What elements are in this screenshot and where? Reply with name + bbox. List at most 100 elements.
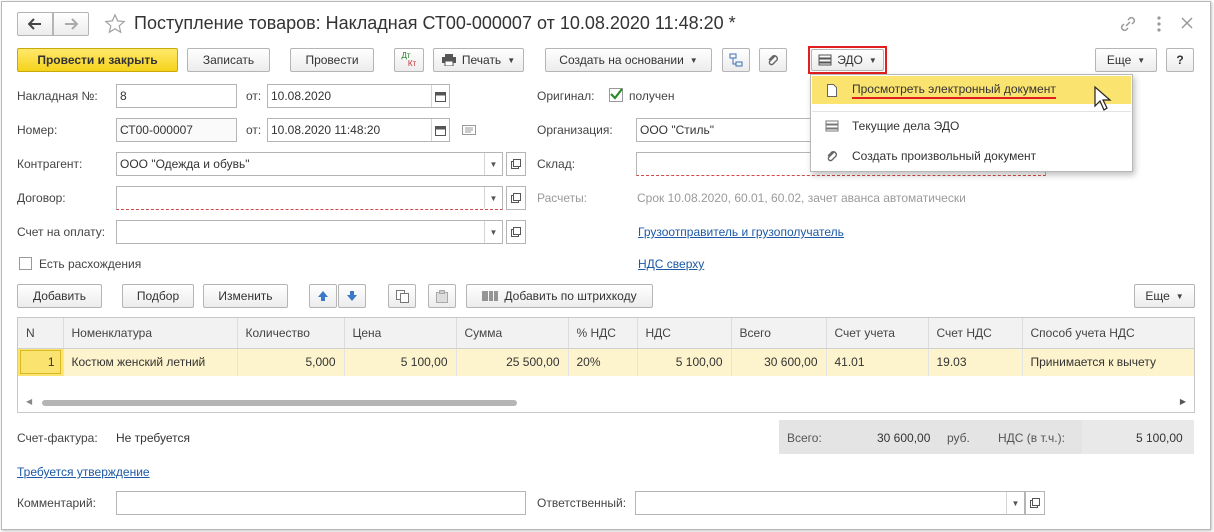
arrow-right-icon	[65, 18, 78, 30]
chevron-down-icon[interactable]: ▼	[484, 153, 502, 175]
invoice-date-field[interactable]: 10.08.2020	[267, 84, 450, 108]
selection-button[interactable]: Подбор	[122, 284, 194, 308]
cell-total[interactable]: 30 600,00	[731, 348, 827, 376]
open-pay-account-button[interactable]	[506, 220, 526, 244]
number-from-label: от:	[246, 123, 262, 137]
close-icon[interactable]	[1180, 16, 1194, 33]
invoice-label: Счет-фактура:	[17, 431, 98, 445]
move-down-button[interactable]	[338, 284, 366, 308]
post-and-close-button[interactable]: Провести и закрыть	[17, 48, 178, 72]
dt-kt-button[interactable]: Дт Кт	[394, 48, 424, 72]
approval-required-link[interactable]: Требуется утверждение	[17, 465, 150, 479]
calendar-icon[interactable]	[431, 119, 449, 141]
save-button[interactable]: Записать	[187, 48, 270, 72]
cell-vat-account[interactable]: 19.03	[928, 348, 1023, 376]
discrepancy-checkbox[interactable]	[19, 257, 32, 270]
copy-icon	[395, 289, 409, 303]
pay-account-field[interactable]: ▼	[116, 220, 503, 244]
kt-label: Кт	[407, 59, 417, 68]
calendar-icon[interactable]	[431, 85, 449, 107]
column-header[interactable]: Счет НДС	[928, 318, 1023, 349]
chevron-down-icon[interactable]: ▼	[484, 187, 502, 209]
warehouse-label: Склад:	[537, 157, 576, 171]
structure-button[interactable]	[722, 48, 750, 72]
column-header[interactable]: НДС	[637, 318, 732, 349]
favorite-star-icon[interactable]	[104, 13, 126, 38]
forward-button[interactable]	[53, 12, 89, 36]
cell-vat-method[interactable]: Принимается к вычету	[1022, 348, 1194, 376]
settlements-value[interactable]: Срок 10.08.2020, 60.01, 60.02, зачет ава…	[637, 191, 966, 205]
open-contract-button[interactable]	[506, 186, 526, 210]
column-header[interactable]: Количество	[237, 318, 345, 349]
horizontal-scrollbar[interactable]: ◀ ▶	[26, 397, 1186, 408]
cell-vat[interactable]: 5 100,00	[637, 348, 732, 376]
menu-item-view-electronic-document[interactable]: Просмотреть электронный документ	[812, 76, 1131, 112]
add-by-barcode-button[interactable]: Добавить по штрихкоду	[466, 284, 653, 308]
add-row-button[interactable]: Добавить	[17, 284, 102, 308]
open-responsible-button[interactable]	[1025, 491, 1045, 515]
number-date-field[interactable]: 10.08.2020 11:48:20	[267, 118, 450, 142]
number-date-value: 10.08.2020 11:48:20	[271, 123, 381, 137]
change-button[interactable]: Изменить	[203, 284, 288, 308]
column-header[interactable]: Сумма	[456, 318, 569, 349]
cell-row-number[interactable]: 1	[18, 348, 64, 376]
scroll-right-icon[interactable]: ▶	[1180, 397, 1186, 406]
comment-field[interactable]	[116, 491, 526, 515]
column-header[interactable]: % НДС	[568, 318, 638, 349]
cell-account[interactable]: 41.01	[826, 348, 929, 376]
table-row[interactable]: 1 Костюм женский летний 5,000 5 100,00 2…	[18, 348, 1194, 376]
document-window: Поступление товаров: Накладная СТ00-0000…	[1, 1, 1211, 530]
column-header[interactable]: Номенклатура	[63, 318, 238, 349]
number-field[interactable]: СТ00-000007	[116, 118, 237, 142]
organization-field[interactable]: ООО "Стиль"	[636, 118, 816, 142]
cell-price[interactable]: 5 100,00	[344, 348, 457, 376]
chevron-down-icon[interactable]: ▼	[484, 221, 502, 243]
edo-button[interactable]: ЭДО ▼	[811, 49, 884, 71]
invoice-value: Не требуется	[116, 431, 190, 445]
more-vert-icon[interactable]	[1156, 15, 1162, 36]
original-checkbox[interactable]	[609, 88, 623, 102]
counterparty-field[interactable]: ООО "Одежда и обувь" ▼	[116, 152, 503, 176]
copy-button[interactable]	[388, 284, 416, 308]
column-header[interactable]: Способ учета НДС	[1022, 318, 1194, 349]
column-header[interactable]: Счет учета	[826, 318, 929, 349]
more-button[interactable]: Еще ▼	[1095, 48, 1157, 72]
cell-sum[interactable]: 25 500,00	[456, 348, 569, 376]
back-button[interactable]	[17, 12, 53, 36]
column-header[interactable]: Цена	[344, 318, 457, 349]
open-icon	[511, 193, 521, 203]
menu-item-create-custom-document[interactable]: Создать произвольный документ	[812, 142, 1131, 170]
help-button[interactable]: ?	[1166, 48, 1194, 72]
link-icon[interactable]	[1119, 15, 1137, 36]
cell-nomenclature[interactable]: Костюм женский летний	[63, 348, 238, 376]
edo-dropdown-menu: Просмотреть электронный документ Текущие…	[810, 74, 1133, 172]
goods-table: N Номенклатура Количество Цена Сумма % Н…	[17, 317, 1195, 413]
post-button[interactable]: Провести	[290, 48, 374, 72]
chevron-down-icon[interactable]: ▼	[1006, 492, 1024, 514]
invoice-no-field[interactable]: 8	[116, 84, 237, 108]
scrollbar-thumb[interactable]	[42, 400, 517, 406]
table-more-button[interactable]: Еще ▼	[1134, 284, 1195, 308]
attach-button[interactable]	[759, 48, 787, 72]
cell-vat-rate[interactable]: 20%	[568, 348, 638, 376]
vat-on-top-link[interactable]: НДС сверху	[638, 257, 704, 271]
menu-item-current-edo-tasks[interactable]: Текущие дела ЭДО	[812, 112, 1131, 140]
responsible-field[interactable]: ▼	[635, 491, 1025, 515]
paste-icon	[435, 289, 448, 303]
open-counterparty-button[interactable]	[506, 152, 526, 176]
column-header[interactable]: N	[18, 318, 64, 349]
create-based-on-button[interactable]: Создать на основании ▼	[545, 48, 712, 72]
shipper-consignee-link[interactable]: Грузоотправитель и грузополучатель	[638, 225, 844, 239]
paste-button[interactable]	[428, 284, 456, 308]
chevron-down-icon: ▼	[868, 55, 877, 65]
arrow-up-icon	[318, 291, 328, 301]
print-button[interactable]: Печать ▼	[433, 48, 524, 72]
scroll-left-icon[interactable]: ◀	[26, 397, 32, 406]
cell-quantity[interactable]: 5,000	[237, 348, 345, 376]
contract-field[interactable]: ▼	[116, 186, 503, 210]
column-header[interactable]: Всего	[731, 318, 827, 349]
document-icon	[812, 83, 852, 97]
invoice-no-label: Накладная №:	[17, 89, 98, 103]
move-up-button[interactable]	[309, 284, 337, 308]
comment-lines-icon[interactable]	[462, 124, 476, 138]
